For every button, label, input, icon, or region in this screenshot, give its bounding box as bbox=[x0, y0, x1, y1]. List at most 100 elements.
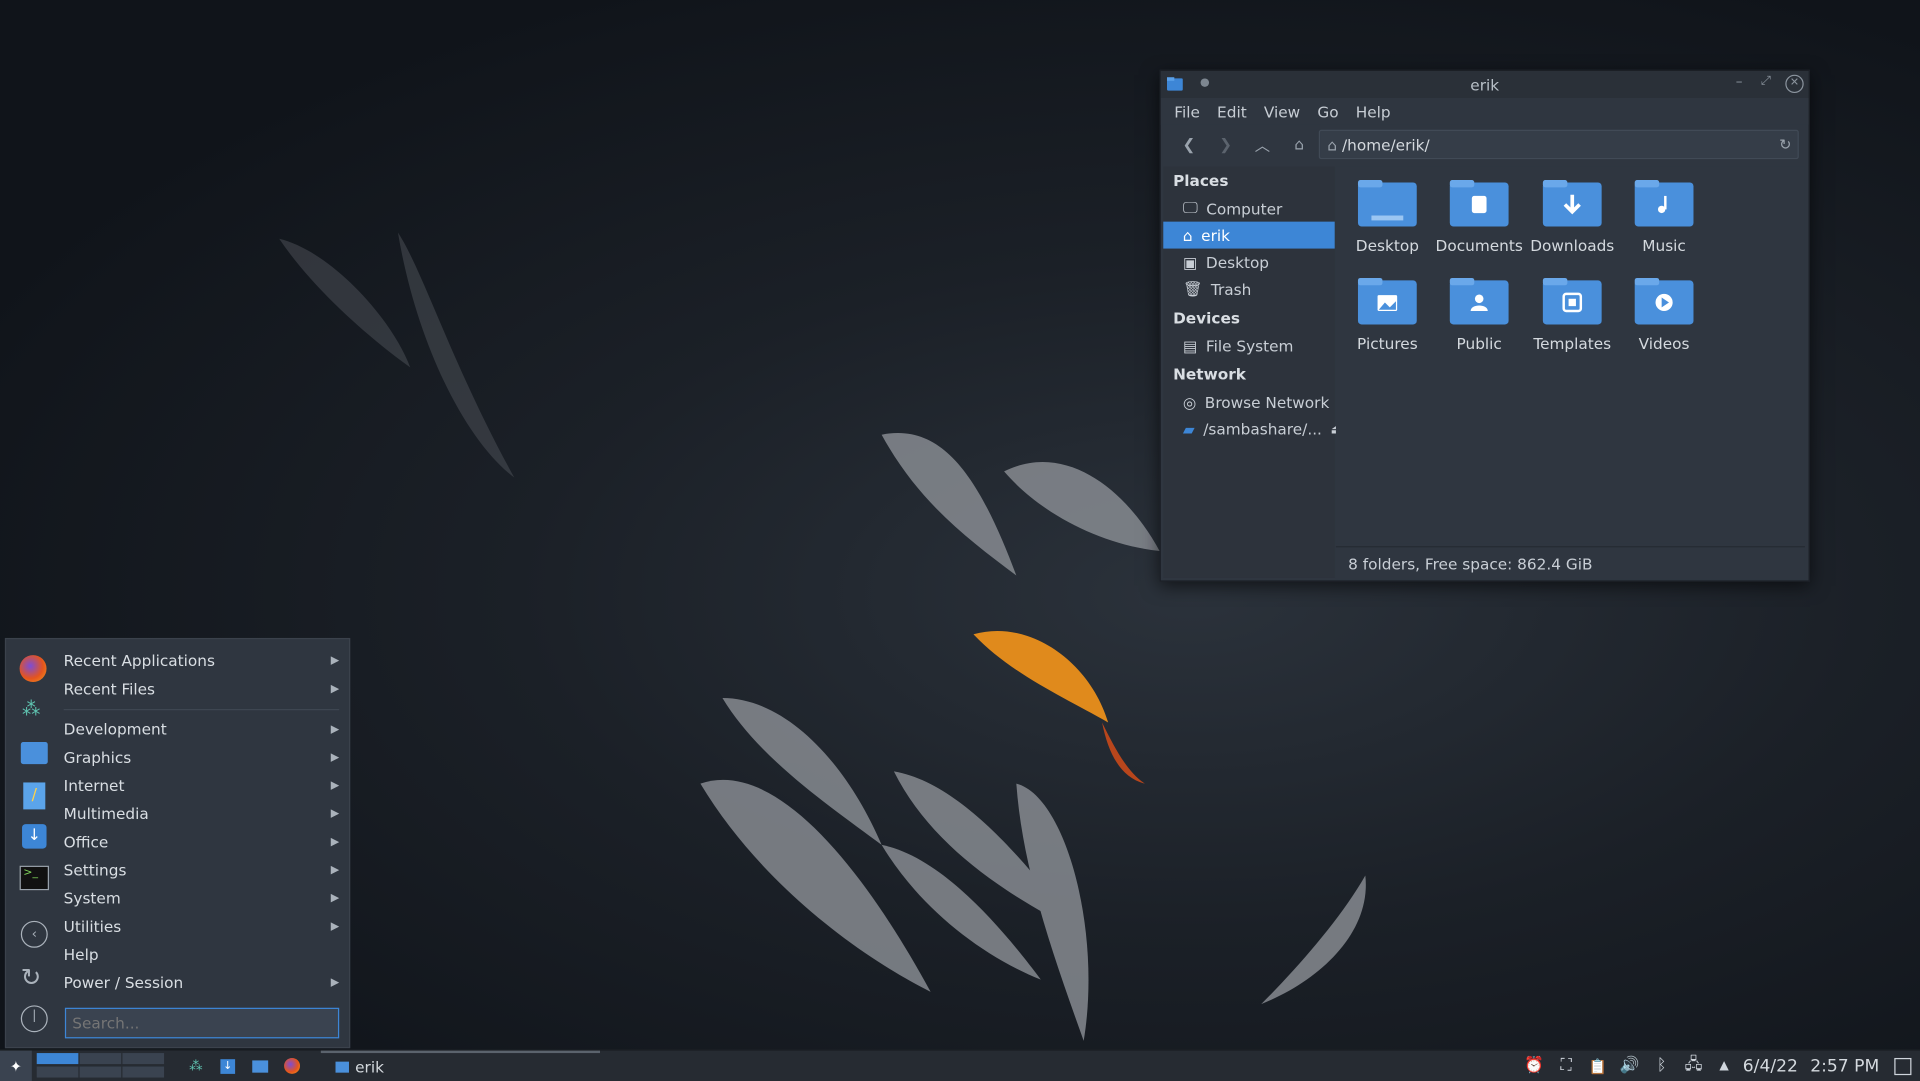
application-menu: ⁂ / ↓ >_ ‹ ↻ | Recent Applications ▶ Rece… bbox=[4, 637, 351, 1049]
folder-icon bbox=[1449, 180, 1509, 227]
menu-item-settings[interactable]: Settings ▶ bbox=[64, 857, 340, 884]
terminal-icon[interactable]: >_ bbox=[19, 865, 49, 891]
trash-icon: 🗑 bbox=[1182, 279, 1203, 298]
clipboard-icon: 📋 bbox=[1588, 1057, 1608, 1075]
folder-videos[interactable]: Videos bbox=[1619, 277, 1710, 353]
workspace-1[interactable] bbox=[36, 1053, 79, 1065]
sidebar-item-sambashare[interactable]: ▰/sambashare/...⏏ bbox=[1163, 415, 1343, 442]
home-button[interactable]: ⌂ bbox=[1281, 129, 1318, 158]
sidebar-item-filesystem[interactable]: ▤ File System bbox=[1163, 332, 1334, 359]
menu-item-office[interactable]: Office ▶ bbox=[64, 829, 340, 856]
sidebar-item-erik[interactable]: ⌂ erik bbox=[1163, 221, 1335, 249]
back-button[interactable]: ❮ bbox=[1171, 129, 1208, 158]
folder-templates[interactable]: Templates bbox=[1527, 277, 1618, 353]
restart-icon[interactable]: ↻ bbox=[21, 962, 42, 991]
network-icon: 🖧 bbox=[1684, 1054, 1703, 1074]
taskbar: ✦ ⁂ ↓ erik ⏰ ⛶ 📋 🔊 ᛒ 🖧 ▲ 6/4/22 2:57 PM bbox=[0, 1049, 1920, 1081]
power-icon[interactable]: | bbox=[20, 1005, 48, 1033]
menu-item-help[interactable]: Help bbox=[64, 942, 340, 969]
folder-music[interactable]: Music bbox=[1619, 179, 1710, 255]
tray-volume[interactable]: 🔊 bbox=[1619, 1051, 1641, 1081]
menu-item-label: Recent Files bbox=[63, 679, 156, 698]
folder-icon bbox=[1634, 277, 1694, 325]
menu-help[interactable]: Help bbox=[1347, 102, 1399, 120]
workspace-4[interactable] bbox=[36, 1066, 79, 1078]
search-input[interactable] bbox=[64, 1007, 340, 1039]
workspace-2[interactable] bbox=[79, 1053, 122, 1065]
folder-icon bbox=[1449, 277, 1509, 325]
menu-item-label: Utilities bbox=[63, 917, 122, 936]
chevron-up-icon: ▲ bbox=[1719, 1059, 1729, 1073]
sidebar-item-label: Desktop bbox=[1205, 252, 1270, 272]
minimize-icon[interactable]: – bbox=[1736, 73, 1743, 89]
tray-screenshot[interactable]: ⛶ bbox=[1555, 1051, 1577, 1081]
sidebar-item-label: File System bbox=[1205, 336, 1294, 355]
show-desktop-button[interactable] bbox=[1892, 1051, 1914, 1081]
workspace-6[interactable] bbox=[122, 1066, 165, 1078]
file-manager-window: ● erik – ⤢ ✕ File Edit View Go Help ❮ ❯ … bbox=[1159, 69, 1810, 582]
workspace-3[interactable] bbox=[122, 1053, 165, 1065]
menu-item-recent-applications[interactable]: Recent Applications ▶ bbox=[64, 648, 340, 675]
launcher-files[interactable] bbox=[249, 1051, 271, 1081]
up-button[interactable]: ︿ bbox=[1244, 129, 1281, 158]
task-erik[interactable]: erik bbox=[320, 1050, 601, 1081]
window-titlebar[interactable]: ● erik – ⤢ ✕ bbox=[1160, 71, 1809, 98]
menu-item-power-session[interactable]: Power / Session ▶ bbox=[64, 970, 340, 997]
tray-notifications[interactable]: ⏰ bbox=[1523, 1051, 1545, 1081]
location-bar[interactable]: ⌂ /home/erik/ ↻ bbox=[1318, 129, 1799, 160]
menu-item-internet[interactable]: Internet ▶ bbox=[64, 773, 340, 800]
sidebar-item-browse-network[interactable]: ◎ Browse Network bbox=[1163, 388, 1334, 415]
menu-go[interactable]: Go bbox=[1309, 102, 1347, 120]
close-icon[interactable]: ✕ bbox=[1785, 74, 1804, 94]
whisker-menu-button[interactable]: ✦ bbox=[0, 1050, 32, 1081]
firefox-icon[interactable] bbox=[19, 655, 47, 683]
menu-item-development[interactable]: Development ▶ bbox=[64, 716, 340, 743]
menu-edit[interactable]: Edit bbox=[1208, 102, 1255, 120]
menu-item-label: Internet bbox=[63, 776, 125, 795]
chevron-left-icon: ❮ bbox=[1182, 134, 1196, 153]
maximize-icon[interactable]: ⤢ bbox=[1761, 75, 1771, 88]
tray-bluetooth[interactable]: ᛒ bbox=[1651, 1051, 1673, 1081]
folder-label: Downloads bbox=[1530, 236, 1615, 255]
menu-file[interactable]: File bbox=[1166, 102, 1209, 120]
launcher-downloader[interactable]: ↓ bbox=[217, 1051, 239, 1081]
folder-public[interactable]: Public bbox=[1434, 277, 1525, 353]
menu-item-graphics[interactable]: Graphics ▶ bbox=[64, 744, 340, 771]
folder-downloads[interactable]: Downloads bbox=[1527, 179, 1618, 255]
settings-manager-icon[interactable]: ⁂ bbox=[22, 698, 40, 720]
folder-label: Videos bbox=[1638, 334, 1690, 353]
sidebar-item-computer[interactable]: 🖵 Computer bbox=[1163, 195, 1334, 222]
menu-item-recent-files[interactable]: Recent Files ▶ bbox=[64, 676, 340, 703]
tray-expand[interactable]: ▲ bbox=[1714, 1051, 1734, 1081]
submenu-arrow-icon: ▶ bbox=[330, 655, 340, 668]
reload-icon[interactable]: ↻ bbox=[1779, 136, 1791, 153]
menu-view[interactable]: View bbox=[1255, 102, 1308, 120]
text-editor-icon[interactable]: / bbox=[23, 782, 46, 810]
menu-item-system[interactable]: System ▶ bbox=[64, 885, 340, 912]
sidebar-item-desktop[interactable]: ▣ Desktop bbox=[1163, 249, 1334, 276]
launcher-settings[interactable]: ⁂ bbox=[185, 1051, 207, 1081]
tray-clipboard[interactable]: 📋 bbox=[1587, 1051, 1609, 1081]
workspace-5[interactable] bbox=[79, 1066, 122, 1078]
logout-icon[interactable]: ‹ bbox=[20, 920, 48, 948]
menu-item-multimedia[interactable]: Multimedia ▶ bbox=[64, 801, 340, 828]
window-title: erik bbox=[1470, 75, 1500, 94]
sidebar-item-trash[interactable]: 🗑 Trash bbox=[1163, 276, 1334, 303]
folder-pictures[interactable]: Pictures bbox=[1342, 277, 1433, 353]
clock[interactable]: 6/4/22 2:57 PM bbox=[1739, 1051, 1883, 1081]
folder-documents[interactable]: Documents bbox=[1434, 179, 1525, 255]
downloader-icon[interactable]: ↓ bbox=[22, 824, 47, 849]
devices-header: Devices bbox=[1173, 308, 1240, 327]
clock-time: 2:57 PM bbox=[1810, 1056, 1880, 1076]
submenu-arrow-icon: ▶ bbox=[330, 977, 340, 990]
launcher-firefox[interactable] bbox=[280, 1051, 302, 1081]
folder-icon bbox=[1357, 277, 1417, 325]
menu-item-label: Help bbox=[63, 945, 99, 964]
folder-icon bbox=[1542, 180, 1602, 227]
menu-item-utilities[interactable]: Utilities ▶ bbox=[64, 913, 340, 940]
tray-network[interactable]: 🖧 bbox=[1682, 1051, 1704, 1081]
forward-button[interactable]: ❯ bbox=[1207, 129, 1244, 158]
file-manager-icon[interactable] bbox=[20, 742, 48, 765]
workspace-switcher[interactable] bbox=[36, 1051, 166, 1081]
folder-desktop[interactable]: Desktop bbox=[1342, 179, 1433, 255]
